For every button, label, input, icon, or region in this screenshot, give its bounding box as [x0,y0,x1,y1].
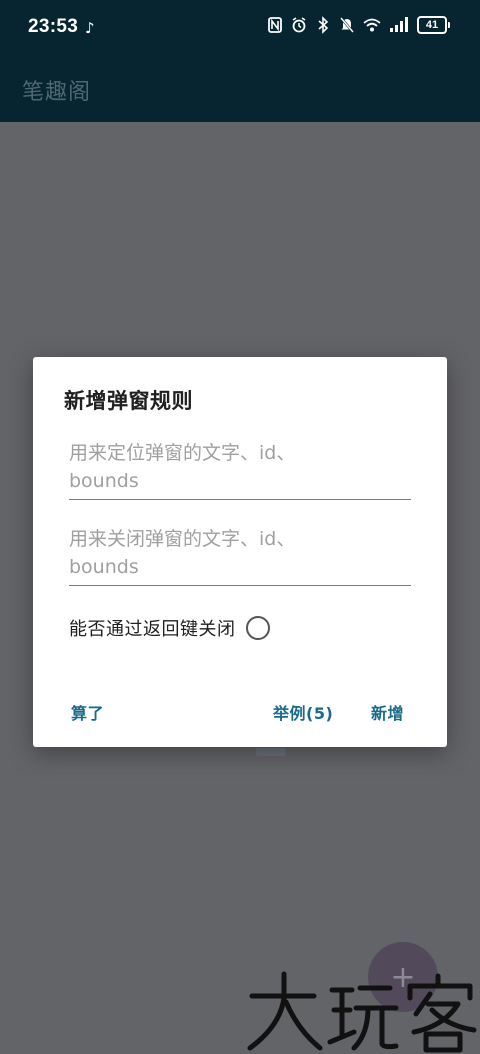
alarm-icon [292,17,306,33]
close-popup-input[interactable]: 用来关闭弹窗的文字、id、 bounds [69,525,411,586]
add-button[interactable]: 新增 [371,700,404,724]
signal-icon [390,17,408,32]
locate-popup-placeholder: 用来定位弹窗的文字、id、 bounds [69,442,296,492]
status-time: 23:53 [28,16,79,37]
screen: 23:53 ♪ 41 笔趣阁 新增弹窗规则 用来定位弹窗的文字、id、 boun… [0,0,480,1054]
dialog-title: 新增弹窗规则 [64,389,193,413]
back-key-option[interactable]: 能否通过返回键关闭 [69,615,270,641]
back-key-label: 能否通过返回键关闭 [69,619,236,640]
status-bar: 23:53 ♪ 41 [0,0,480,56]
app-title: 笔趣阁 [22,80,92,105]
background-list-item [256,748,286,756]
locate-popup-input[interactable]: 用来定位弹窗的文字、id、 bounds [69,439,411,500]
cancel-button[interactable]: 算了 [71,700,104,724]
mute-icon [340,17,354,33]
nfc-icon [268,17,282,33]
battery-icon: 41 [417,16,450,34]
wifi-icon [363,18,381,32]
app-bar: 笔趣阁 [0,56,480,122]
example-button[interactable]: 举例(5) [273,700,333,724]
back-key-radio[interactable] [245,616,270,640]
tiktok-icon: ♪ [85,19,95,37]
battery-level: 41 [417,16,447,34]
status-icons: 41 [267,16,450,34]
close-popup-placeholder: 用来关闭弹窗的文字、id、 bounds [69,528,296,578]
watermark-logo [247,971,477,1053]
bluetooth-icon [318,16,329,34]
add-popup-rule-dialog: 新增弹窗规则 用来定位弹窗的文字、id、 bounds 用来关闭弹窗的文字、id… [33,357,447,747]
